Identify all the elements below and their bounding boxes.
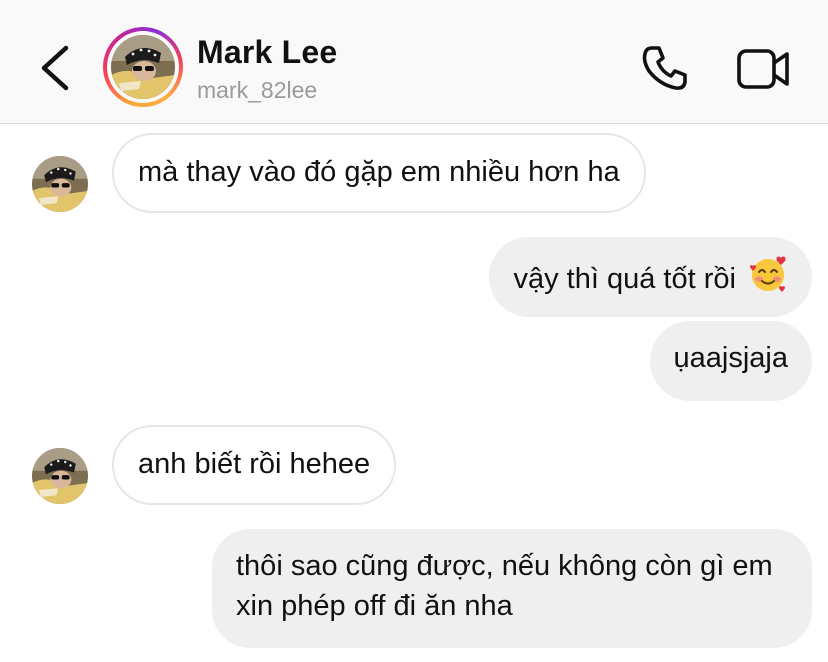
contact-username[interactable]: mark_82lee <box>197 77 317 104</box>
sender-avatar[interactable] <box>32 448 88 504</box>
message-bubble-outgoing[interactable]: ụaajsjaja <box>649 321 812 401</box>
message-text: vậy thì quá tốt rồi <box>513 263 736 295</box>
sender-avatar[interactable] <box>32 156 88 212</box>
avatar-photo <box>111 35 175 99</box>
back-button[interactable] <box>34 40 78 96</box>
message-text: ụaajsjaja <box>673 342 788 374</box>
chat-header: Mark Lee mark_82lee <box>0 0 828 124</box>
message-bubble-outgoing[interactable]: thôi sao cũng được, nếu không còn gì em … <box>212 529 812 648</box>
video-camera-icon <box>737 49 789 89</box>
video-call-button[interactable] <box>736 45 792 93</box>
audio-call-button[interactable] <box>640 43 690 93</box>
message-text: anh biết rồi hehee <box>138 448 371 480</box>
message-text: mà thay vào đó gặp em nhiều hơn ha <box>138 156 620 188</box>
message-bubble-outgoing[interactable]: vậy thì quá tốt rồi <box>489 237 812 317</box>
smiling-face-with-hearts-icon <box>748 254 788 305</box>
message-text: thôi sao cũng được, nếu không còn gì em … <box>236 550 773 622</box>
back-chevron-icon <box>41 45 69 91</box>
message-bubble-incoming[interactable]: anh biết rồi hehee <box>112 425 397 505</box>
message-bubble-incoming[interactable]: mà thay vào đó gặp em nhiều hơn ha <box>112 133 646 213</box>
phone-icon <box>642 46 687 90</box>
profile-avatar[interactable] <box>103 27 183 107</box>
contact-name[interactable]: Mark Lee <box>197 34 337 71</box>
